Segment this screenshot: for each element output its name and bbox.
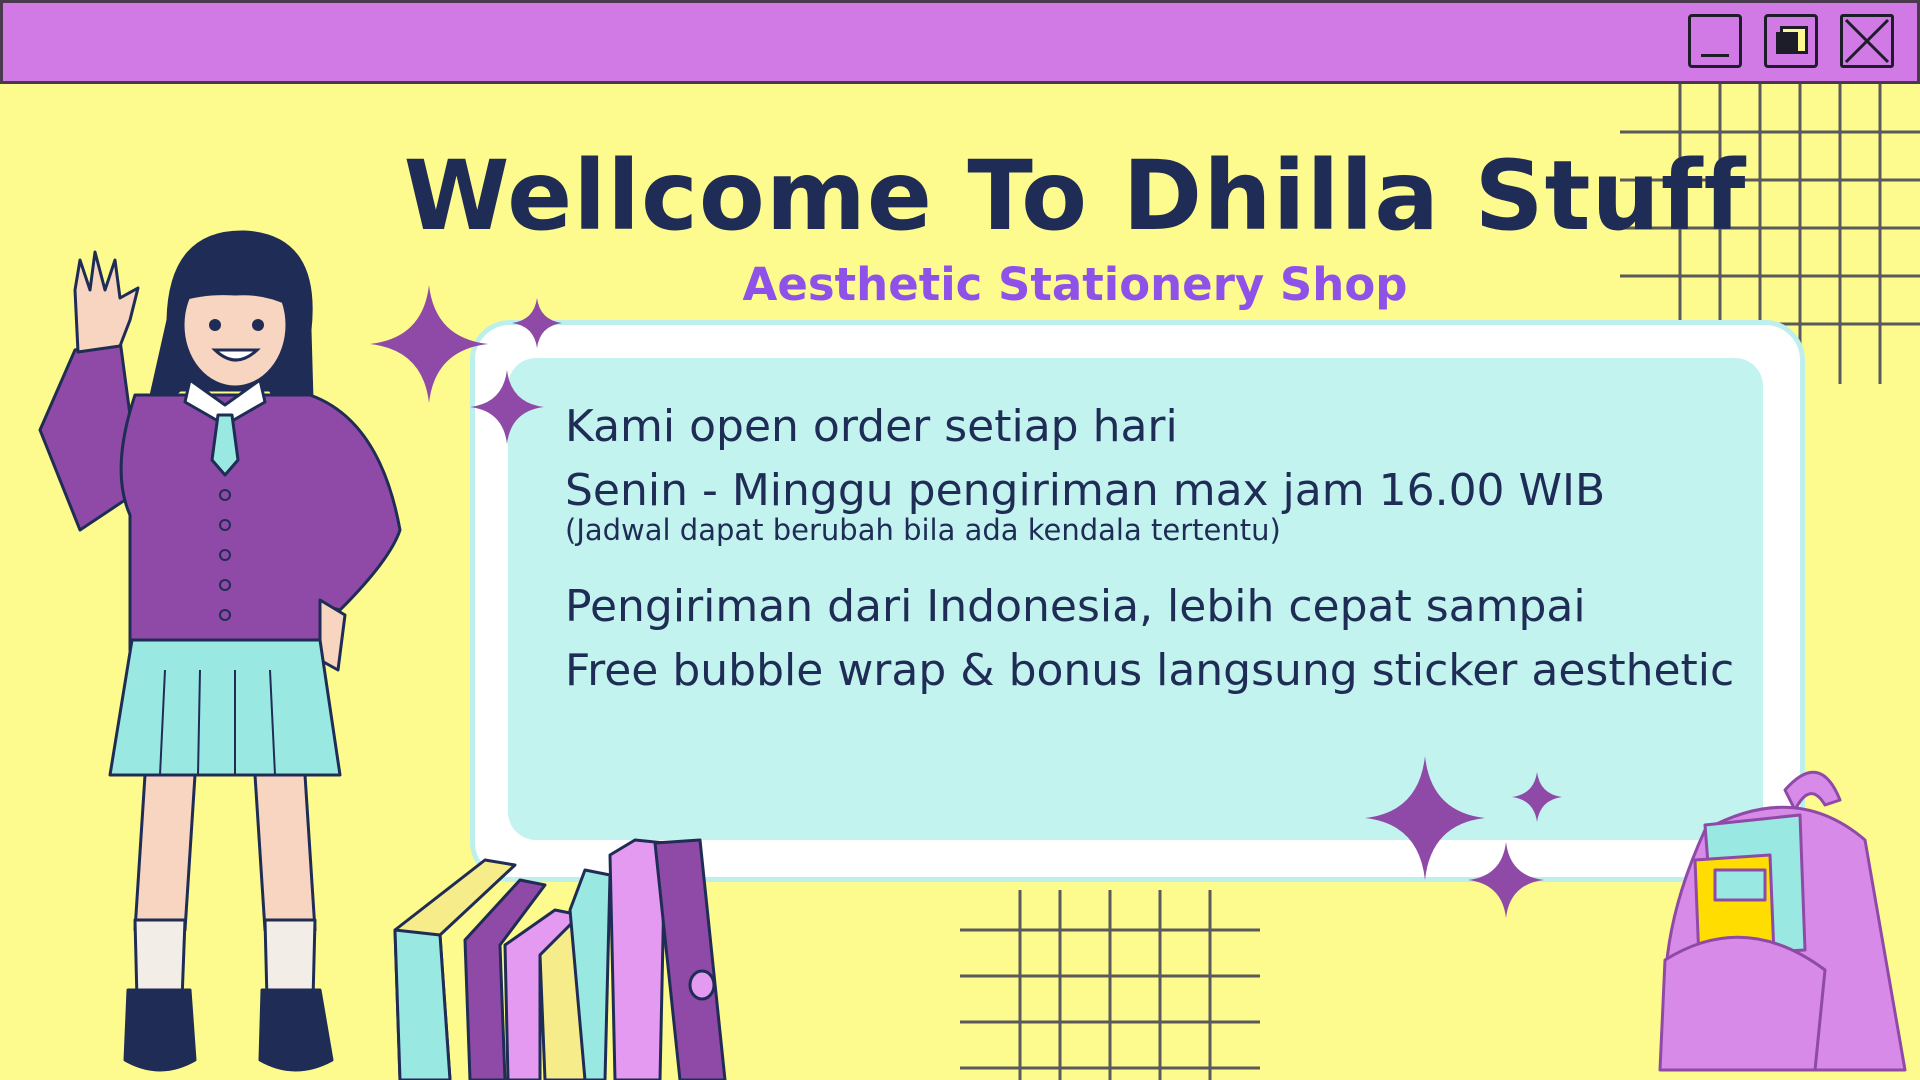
info-line-bonus: Free bubble wrap & bonus langsung sticke… (565, 645, 1735, 696)
sparkle-icon (1468, 842, 1544, 918)
close-icon (1844, 18, 1890, 64)
sparkle-icon (1365, 756, 1485, 880)
info-text: Kami open order setiap hari Senin - Ming… (565, 395, 1734, 703)
backpack-illustration (1658, 770, 1907, 1072)
sparkle-icon (512, 298, 562, 348)
book-stack-illustration (393, 838, 727, 1080)
info-line-order: Kami open order setiap hari (565, 401, 1178, 452)
close-button[interactable] (1840, 14, 1894, 68)
info-line-shipping: Pengiriman dari Indonesia, lebih cepat s… (565, 581, 1586, 632)
maximize-button[interactable] (1764, 14, 1818, 68)
sparkle-icon (1512, 772, 1562, 822)
grid-decoration (960, 890, 1260, 1080)
sparkle-icon (470, 370, 544, 444)
window-titlebar (0, 0, 1920, 84)
minimize-button[interactable] (1688, 14, 1742, 68)
waving-girl-illustration (38, 230, 402, 1072)
minimize-icon (1701, 54, 1729, 57)
